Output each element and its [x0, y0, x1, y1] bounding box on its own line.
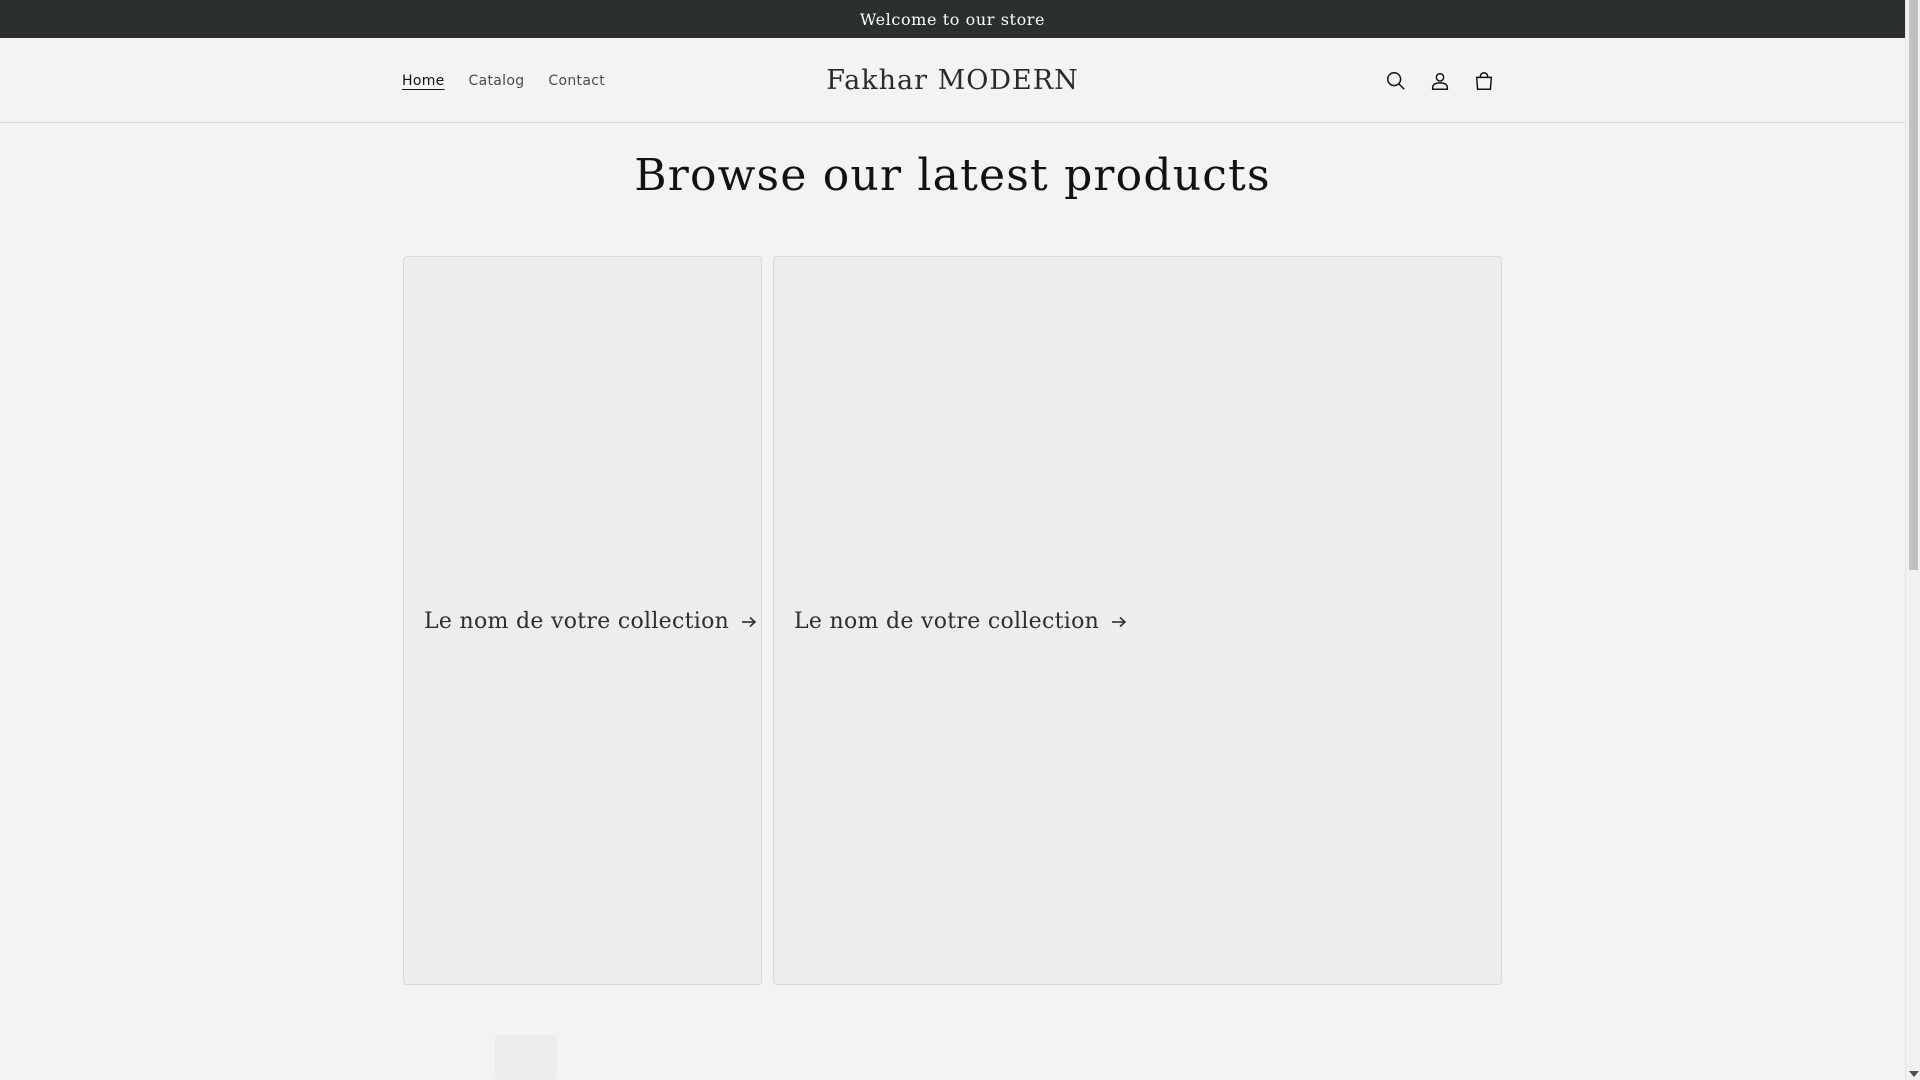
account-icon [1431, 72, 1449, 90]
announcement-text: Welcome to our store [859, 9, 1046, 29]
arrow-right-icon [1112, 616, 1127, 627]
search-button[interactable] [1374, 59, 1418, 103]
arrow-right-icon [742, 616, 757, 627]
scrollbar-thumb[interactable] [1909, 0, 1918, 570]
page-title: Browse our latest products [634, 150, 1271, 201]
nav-link-home[interactable]: Home [390, 63, 457, 99]
page: Welcome to our store Home Catalog Contac… [0, 0, 1920, 1080]
collection-link[interactable]: Le nom de votre collection [794, 609, 1127, 634]
page-scrollbar[interactable] [1905, 0, 1920, 1080]
store-logo[interactable]: Fakhar MODERN [826, 65, 1078, 96]
cart-icon [1475, 71, 1493, 90]
collection-link[interactable]: Le nom de votre collection [424, 609, 757, 634]
account-button[interactable] [1418, 59, 1462, 103]
nav-link-contact[interactable]: Contact [536, 63, 617, 99]
collection-title: Le nom de votre collection [794, 609, 1100, 634]
site-header: Home Catalog Contact Fakhar MODERN [0, 38, 1905, 123]
collection-card[interactable]: Le nom de votre collection [403, 256, 762, 985]
logo-wrapper: Fakhar MODERN [0, 38, 1905, 123]
main-nav: Home Catalog Contact [390, 38, 617, 123]
cart-button[interactable] [1462, 59, 1506, 103]
collection-card[interactable]: Le nom de votre collection [773, 256, 1502, 985]
header-icons [1374, 38, 1506, 123]
nav-link-catalog[interactable]: Catalog [457, 63, 537, 99]
search-icon [1387, 71, 1405, 90]
collection-title: Le nom de votre collection [424, 609, 730, 634]
scroll-down-arrow-icon[interactable] [1909, 1071, 1919, 1077]
announcement-bar: Welcome to our store [0, 0, 1905, 38]
product-image-placeholder [495, 1035, 557, 1080]
